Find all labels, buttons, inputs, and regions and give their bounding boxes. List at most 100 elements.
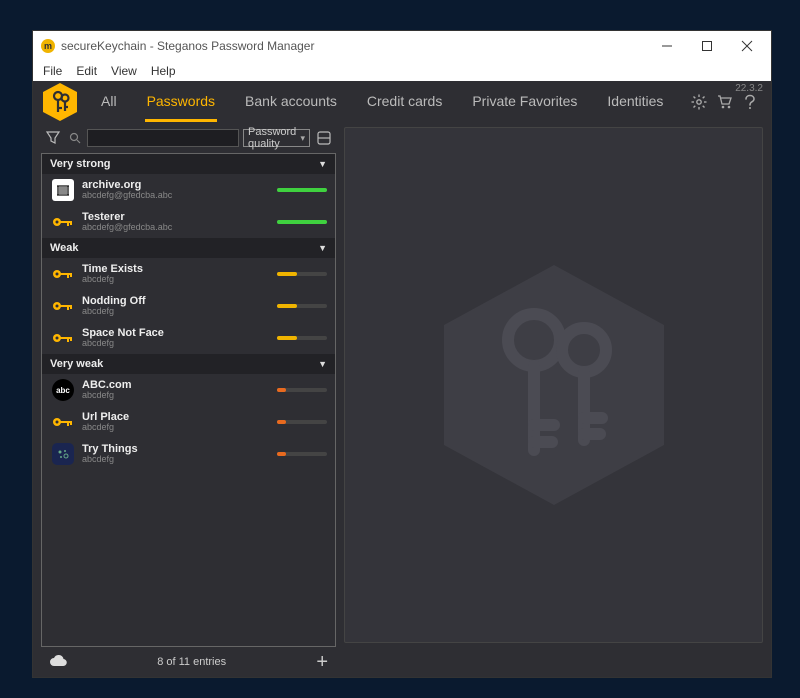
tab-credit-cards[interactable]: Credit cards [365, 83, 444, 122]
detail-panel [344, 127, 763, 643]
search-icon-wrap [67, 128, 83, 148]
entry-title: Time Exists [82, 263, 269, 275]
search-icon [69, 132, 81, 144]
tabbar-actions [691, 94, 763, 110]
entry-title: Nodding Off [82, 295, 269, 307]
entry-subtitle: abcdefg@gfedcba.abc [82, 223, 269, 233]
menu-view[interactable]: View [105, 62, 143, 80]
filter-button[interactable] [43, 128, 63, 148]
menu-edit[interactable]: Edit [70, 62, 103, 80]
archive-icon [52, 179, 74, 201]
funnel-icon [46, 131, 60, 145]
shop-button[interactable] [717, 94, 733, 110]
entry-subtitle: abcdefg [82, 339, 269, 349]
entry-title: ABC.com [82, 379, 269, 391]
help-icon [743, 94, 757, 110]
strength-bar [277, 272, 327, 276]
entry-text: Try Thingsabcdefg [82, 443, 269, 465]
cloud-icon [49, 654, 67, 668]
group-header[interactable]: Very strong ▼ [42, 154, 335, 174]
strength-bar [277, 188, 327, 192]
window-title: secureKeychain - Steganos Password Manag… [61, 39, 647, 53]
strength-bar [277, 452, 327, 456]
maximize-button[interactable] [687, 32, 727, 60]
entry-row[interactable]: Space Not Faceabcdefg [42, 322, 335, 354]
titlebar: m secureKeychain - Steganos Password Man… [33, 31, 771, 61]
entry-row[interactable]: Testererabcdefg@gfedcba.abc [42, 206, 335, 238]
tab-all[interactable]: All [99, 83, 119, 122]
layout-icon [317, 131, 331, 145]
tab-identities[interactable]: Identities [605, 83, 665, 122]
key-icon [52, 411, 74, 433]
empty-state-icon [424, 255, 684, 515]
entries-list: Very strong▼archive.orgabcdefg@gfedcba.a… [41, 153, 336, 647]
key-icon [52, 263, 74, 285]
group-header[interactable]: Weak ▼ [42, 238, 335, 258]
maximize-icon [702, 41, 712, 51]
entry-row[interactable]: abcABC.comabcdefg [42, 374, 335, 406]
entry-row[interactable]: archive.orgabcdefg@gfedcba.abc [42, 174, 335, 206]
sort-label: Password quality [248, 126, 300, 150]
sort-select[interactable]: Password quality ▾ [243, 129, 310, 147]
entry-text: Time Existsabcdefg [82, 263, 269, 285]
group-label: Very strong [50, 158, 111, 170]
tabs: All Passwords Bank accounts Credit cards… [93, 83, 691, 122]
entry-count: 8 of 11 entries [157, 656, 226, 668]
key-icon [52, 295, 74, 317]
filter-bar: Password quality ▾ [41, 127, 336, 153]
entry-subtitle: abcdefg [82, 307, 269, 317]
app-logo [39, 81, 81, 123]
close-button[interactable] [727, 32, 767, 60]
group-label: Weak [50, 242, 79, 254]
entry-row[interactable]: Nodding Offabcdefg [42, 290, 335, 322]
settings-button[interactable] [691, 94, 707, 110]
entry-text: Url Placeabcdefg [82, 411, 269, 433]
minimize-icon [662, 41, 672, 51]
app-window: m secureKeychain - Steganos Password Man… [32, 30, 772, 678]
strength-bar [277, 388, 327, 392]
entry-subtitle: abcdefg [82, 423, 269, 433]
entry-subtitle: abcdefg [82, 455, 269, 465]
group-header[interactable]: Very weak▼ [42, 354, 335, 374]
strength-bar [277, 304, 327, 308]
layout-toggle-button[interactable] [314, 128, 334, 148]
tab-passwords[interactable]: Passwords [145, 83, 217, 122]
search-input[interactable] [87, 129, 239, 147]
menubar: File Edit View Help [33, 61, 771, 81]
entry-text: Testererabcdefg@gfedcba.abc [82, 211, 269, 233]
entry-title: Space Not Face [82, 327, 269, 339]
entry-subtitle: abcdefg@gfedcba.abc [82, 191, 269, 201]
dots-icon [52, 443, 74, 465]
minimize-button[interactable] [647, 32, 687, 60]
entry-title: Url Place [82, 411, 269, 423]
entry-subtitle: abcdefg [82, 275, 269, 285]
entry-row[interactable]: Try Thingsabcdefg [42, 438, 335, 470]
entry-row[interactable]: Url Placeabcdefg [42, 406, 335, 438]
close-icon [742, 41, 752, 51]
tab-bank-accounts[interactable]: Bank accounts [243, 83, 339, 122]
entries-panel: Password quality ▾ Very strong ▼ archive.o… [41, 127, 336, 677]
gear-icon [691, 94, 707, 110]
entry-row[interactable]: Time Existsabcdefg [42, 258, 335, 290]
version-label: 22.3.2 [735, 83, 763, 94]
key-icon [52, 327, 74, 349]
chevron-down-icon: ▾ [300, 133, 305, 144]
cart-icon [717, 94, 733, 110]
window-controls [647, 32, 767, 60]
help-button[interactable] [743, 94, 757, 110]
menu-help[interactable]: Help [145, 62, 182, 80]
strength-bar [277, 336, 327, 340]
entries-footer: 8 of 11 entries + [41, 647, 336, 677]
entry-title: archive.org [82, 179, 269, 191]
collapse-icon: ▼ [318, 159, 327, 169]
sync-button[interactable] [49, 654, 67, 671]
menu-file[interactable]: File [37, 62, 68, 80]
tab-private-favorites[interactable]: Private Favorites [470, 83, 579, 122]
add-entry-button[interactable]: + [316, 651, 328, 674]
collapse-icon: ▼ [318, 243, 327, 253]
entry-text: Nodding Offabcdefg [82, 295, 269, 317]
app-body: 22.3.2 All Passwords [33, 81, 771, 677]
entry-subtitle: abcdefg [82, 391, 269, 401]
content: Password quality ▾ Very strong ▼ archive.o… [33, 123, 771, 677]
entry-title: Try Things [82, 443, 269, 455]
